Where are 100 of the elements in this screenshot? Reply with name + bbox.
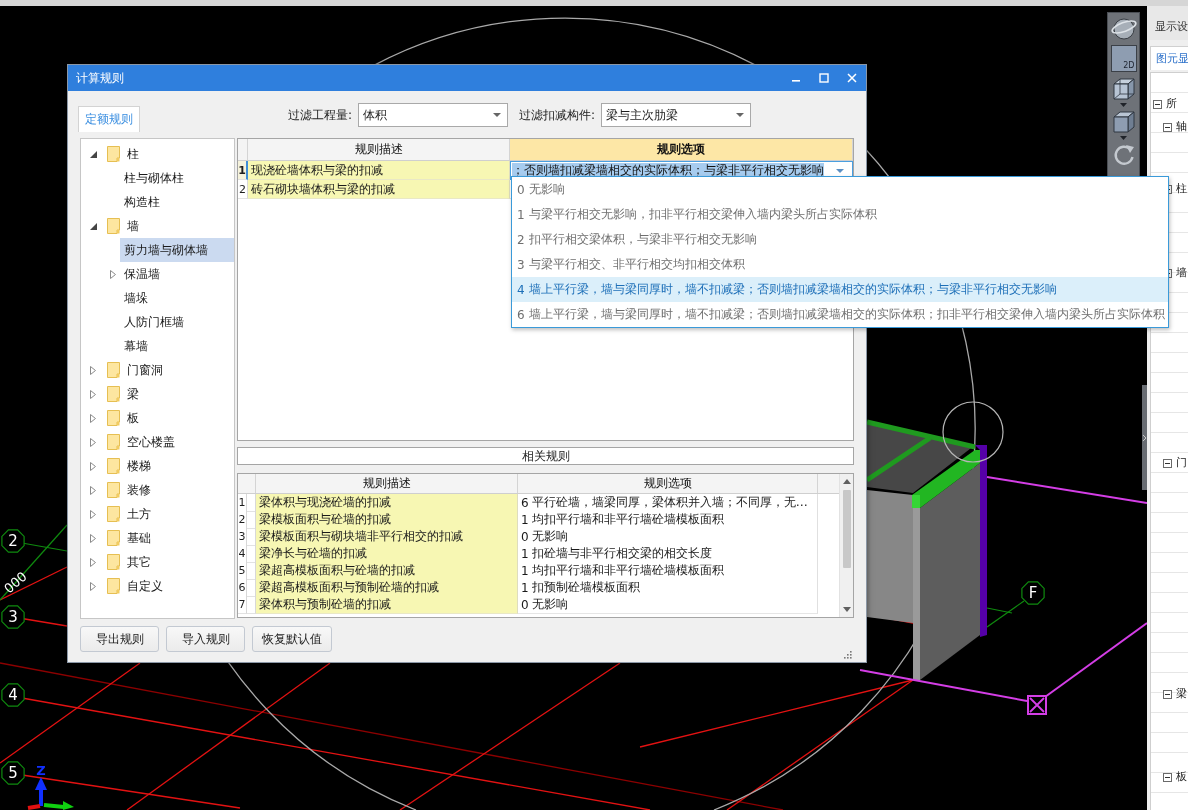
tree-item[interactable]: 基础 — [126, 526, 151, 550]
dropdown-option[interactable]: 3 与梁平行相交、非平行相交均扣相交体积 — [512, 252, 1168, 277]
table-cell: 1 均扣平行墙和非平行墙砼墙模板面积 — [518, 562, 818, 580]
table-cell: 6 平行砼墙，墙梁同厚，梁体积并入墙；不同厚，无… — [518, 494, 818, 512]
axis-bubble: 5 — [1, 761, 25, 785]
tree-item[interactable]: 柱与砌体柱 — [120, 166, 184, 190]
tree-item[interactable]: 墙 — [126, 214, 139, 238]
folder-icon — [107, 386, 120, 402]
plan-view-button[interactable]: 2D — [1110, 45, 1137, 72]
sphere-icon[interactable] — [1109, 15, 1138, 41]
caret-icon[interactable] — [736, 113, 745, 117]
table-cell: 梁超高模板面积与预制砼墙的扣减 — [256, 579, 518, 597]
minus-box-icon[interactable] — [1163, 772, 1172, 782]
folder-icon — [107, 410, 120, 426]
dropdown-option[interactable]: 2 扣平行相交梁体积，与梁非平行相交无影响 — [512, 227, 1168, 252]
folder-icon — [107, 362, 120, 378]
dialog-button[interactable]: 恢复默认值 — [252, 626, 332, 652]
tree-group-label[interactable]: 板 — [1176, 770, 1187, 784]
tree-group-label[interactable]: 门 — [1176, 456, 1187, 470]
tree-group-label[interactable]: 墙 — [1176, 266, 1187, 280]
table-cell: 梁模板面积与砼墙的扣减 — [256, 511, 518, 529]
dialog-button[interactable]: 导出规则 — [80, 626, 159, 652]
folder-icon — [107, 530, 120, 546]
tree-item[interactable]: 空心楼盖 — [126, 430, 175, 454]
folder-icon — [107, 578, 120, 594]
scrollbar-thumb[interactable] — [842, 490, 851, 568]
tree-item[interactable]: 门窗洞 — [126, 358, 163, 382]
table-cell: 1 扣预制砼墙模板面积 — [518, 579, 818, 597]
z-axis-arrow — [35, 777, 47, 806]
scroll-down-icon[interactable] — [842, 607, 851, 612]
tree-item[interactable]: 板 — [126, 406, 139, 430]
folder-icon — [107, 146, 120, 162]
tree-item[interactable]: 保温墙 — [120, 262, 160, 286]
folder-icon — [107, 458, 120, 474]
folder-icon — [107, 434, 120, 450]
maximize-icon[interactable] — [819, 73, 829, 83]
column-header: 规则选项 — [510, 139, 853, 160]
axis-bubble: 2 — [1, 529, 25, 553]
table-cell: 1 均扣平行墙和非平行墙砼墙模板面积 — [518, 511, 818, 529]
tree-group-label[interactable]: 柱 — [1176, 182, 1187, 196]
filter-label: 过滤工程量: — [288, 106, 353, 124]
tree-group-label[interactable]: 所 — [1166, 97, 1177, 111]
folder-icon — [107, 482, 120, 498]
tree-item[interactable]: 楼梯 — [126, 454, 151, 478]
dropdown-option[interactable]: 1 与梁平行相交无影响，扣非平行相交梁伸入墙内梁头所占实际体积 — [512, 202, 1168, 227]
row-number: 7 — [238, 596, 247, 614]
panel-title: 显示设 — [1147, 6, 1188, 40]
dimension-text: 000 — [1, 568, 30, 597]
tree-item[interactable]: 梁 — [126, 382, 139, 406]
orbit-handle-circle — [942, 401, 1004, 463]
tree-group-label[interactable]: 轴 — [1176, 120, 1187, 134]
resize-grip-icon[interactable] — [843, 650, 852, 659]
minus-box-icon[interactable] — [1153, 99, 1162, 109]
caret-icon[interactable] — [493, 113, 502, 117]
axis-bubble: F — [1021, 581, 1045, 605]
caret-icon[interactable] — [90, 222, 97, 230]
dialog-tab[interactable]: 定额规则 — [78, 106, 140, 132]
folder-icon — [107, 218, 120, 234]
table-cell: 梁净长与砼墙的扣减 — [256, 545, 518, 563]
scrollbar[interactable] — [839, 474, 853, 617]
scroll-up-icon[interactable] — [842, 479, 851, 484]
tree-item[interactable]: 墙垛 — [120, 286, 148, 310]
dropdown-option[interactable]: 4 墙上平行梁，墙与梁同厚时，墙不扣减梁；否则墙扣减梁墙相交的实际体积；与梁非平行相交无影响 — [512, 277, 1168, 302]
tree-item[interactable]: 剪力墙与砌体墙 — [120, 238, 234, 262]
section-header: 相关规则 — [237, 447, 854, 465]
minus-box-icon[interactable] — [1163, 458, 1172, 468]
tree-item[interactable]: 构造柱 — [120, 190, 160, 214]
panel-tab[interactable]: 图元显 — [1150, 46, 1188, 70]
dropdown-option[interactable]: 0 无影响 — [512, 177, 1168, 202]
splitter-handle[interactable] — [1142, 385, 1147, 490]
y-axis-arrow — [43, 801, 74, 810]
wireframe-cube-icon[interactable] — [1110, 76, 1137, 102]
tree-group-label[interactable]: 梁 — [1176, 687, 1187, 701]
tree-item[interactable]: 柱 — [126, 142, 139, 166]
minus-box-icon[interactable] — [1163, 689, 1172, 699]
caret-icon[interactable] — [90, 150, 97, 158]
table-cell: 梁模板面积与砌块墙非平行相交的扣减 — [256, 528, 518, 546]
folder-icon — [107, 554, 120, 570]
cube-icon[interactable] — [1110, 109, 1137, 135]
filter-combo[interactable]: 梁与主次肋梁 — [601, 103, 752, 127]
table-cell: 1 扣砼墙与非平行相交梁的相交长度 — [518, 545, 818, 563]
close-icon[interactable] — [847, 73, 857, 83]
chevron-icon[interactable] — [1143, 434, 1146, 441]
folder-icon — [107, 506, 120, 522]
tree-item[interactable]: 幕墙 — [120, 334, 148, 358]
tree-item[interactable]: 土方 — [126, 502, 151, 526]
tree-item[interactable]: 其它 — [126, 550, 151, 574]
minus-box-icon[interactable] — [1163, 122, 1172, 132]
table-cell: 梁体积与预制砼墙的扣减 — [256, 596, 518, 614]
axis-bubble: 3 — [1, 605, 25, 629]
tree-item[interactable]: 自定义 — [126, 574, 163, 598]
tree-item[interactable]: 人防门框墙 — [120, 310, 184, 334]
filter-combo[interactable]: 体积 — [358, 103, 509, 127]
table-cell: 梁体积与现浇砼墙的扣减 — [256, 494, 518, 512]
table-cell: 现浇砼墙体积与梁的扣减 — [248, 161, 510, 180]
cross-box-icon — [1027, 695, 1047, 715]
dialog-button[interactable]: 导入规则 — [166, 626, 245, 652]
dropdown-option[interactable]: 6 墙上平行梁，墙与梁同厚时，墙不扣减梁；否则墙扣减梁墙相交的实际体积；扣非平行相交梁伸入墙内梁头所占实际体积 — [512, 302, 1168, 327]
tree-item[interactable]: 装修 — [126, 478, 151, 502]
table-cell: 0 无影响 — [518, 596, 818, 614]
